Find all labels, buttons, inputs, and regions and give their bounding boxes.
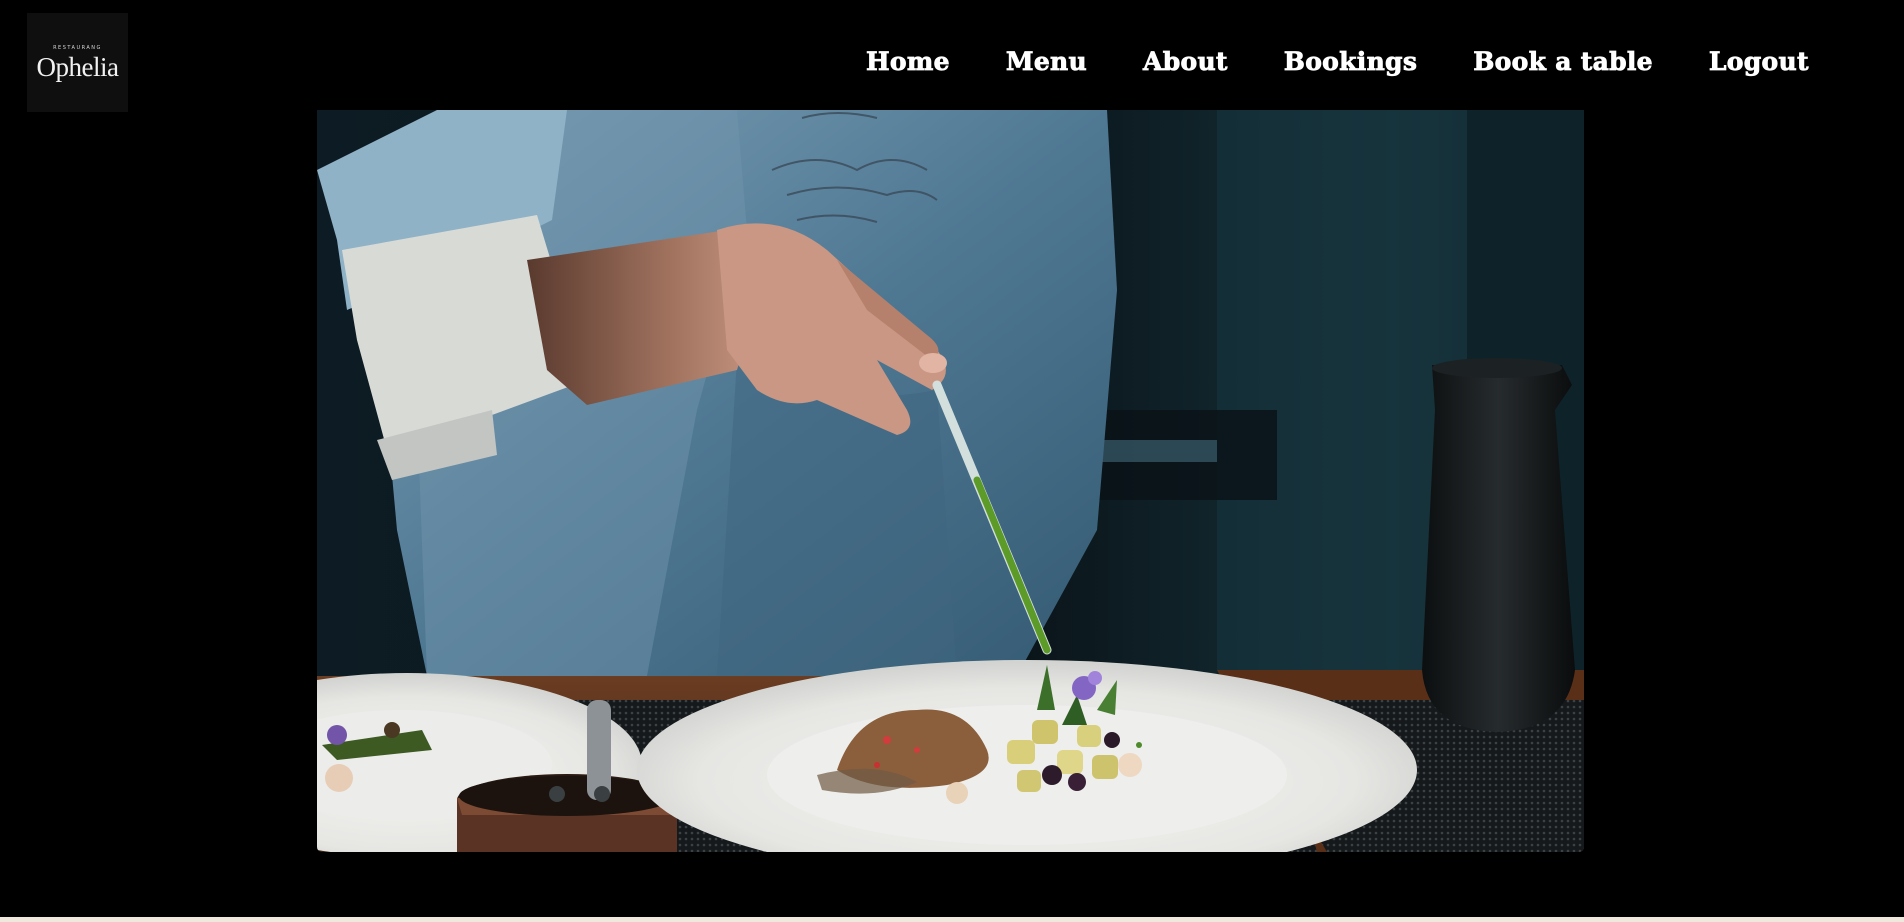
nav-logout-link[interactable]: Logout xyxy=(1708,42,1808,82)
logo[interactable]: RESTAURANG Ophelia xyxy=(27,13,128,112)
nav-book-table-link[interactable]: Book a table xyxy=(1473,42,1653,82)
nav-about-link[interactable]: About xyxy=(1143,42,1228,82)
nav-home-link[interactable]: Home xyxy=(866,42,950,82)
nav-menu-link[interactable]: Menu xyxy=(1005,42,1087,82)
logo-name: Ophelia xyxy=(36,51,119,82)
main-nav: Home Menu About Bookings Book a table Lo… xyxy=(866,42,1809,82)
logo-tagline: RESTAURANG xyxy=(53,44,102,51)
chef-plating-photo xyxy=(317,110,1584,852)
page: RESTAURANG Ophelia Home Menu About Booki… xyxy=(0,0,1904,922)
bottom-strip xyxy=(0,917,1904,922)
nav-bookings-link[interactable]: Bookings xyxy=(1283,42,1417,82)
hero-image xyxy=(317,110,1584,852)
